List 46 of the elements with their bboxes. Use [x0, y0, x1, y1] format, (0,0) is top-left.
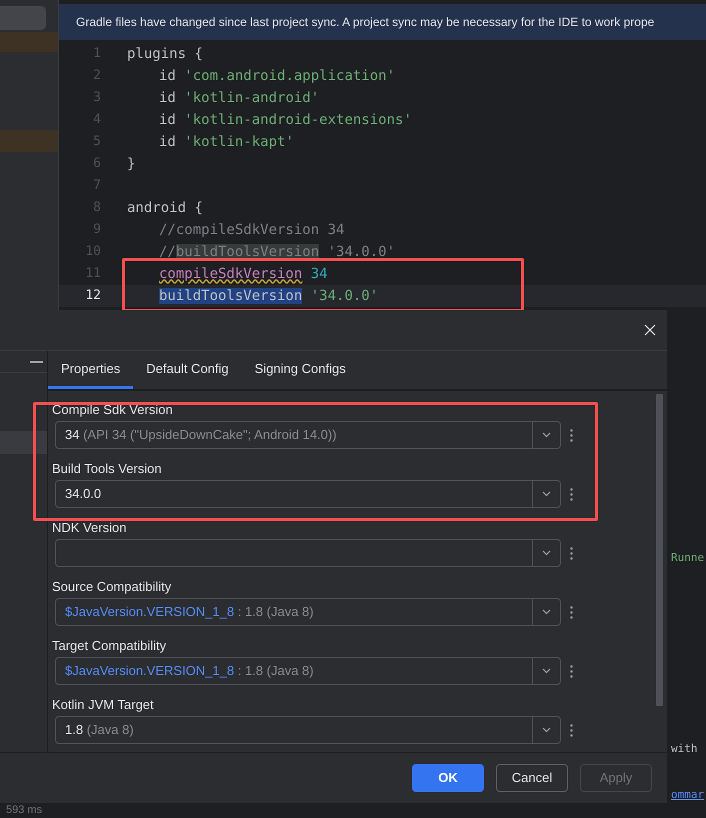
status-text: 593 ms [6, 804, 42, 817]
chevron-down-icon [542, 432, 551, 438]
field-label: Target Compatibility [52, 637, 168, 655]
line-number: 12 [84, 287, 101, 306]
command-link[interactable]: ommar [671, 787, 704, 804]
chevron-down-icon [542, 491, 551, 497]
code-fragment: with [671, 740, 698, 756]
code-line: } [127, 154, 136, 174]
chevron-down-icon [542, 727, 551, 733]
field-label: Build Tools Version [52, 460, 163, 478]
combo-box[interactable]: 34.0.0 [55, 480, 561, 508]
field-label: Compile Sdk Version [52, 401, 174, 419]
more-icon[interactable] [570, 428, 573, 442]
code-line: compileSdkVersion 34 [159, 264, 328, 284]
list-row[interactable] [0, 431, 47, 454]
code-line: //compileSdkVersion 34 [159, 220, 344, 240]
combo-box[interactable]: 34 (API 34 ("UpsideDownCake"; Android 14.0)) [55, 421, 561, 449]
banner-text: Gradle files have changed since last project sync. A project sync may be necessary for the IDE to work prope [76, 14, 654, 31]
code-line: id 'kotlin-android-extensions' [159, 110, 412, 130]
tab[interactable]: Properties [48, 351, 134, 389]
code-fragment: Runne [671, 550, 704, 566]
ok-button[interactable]: OK [412, 764, 484, 792]
field-label: Kotlin JVM Target [52, 696, 155, 714]
more-icon[interactable] [570, 546, 573, 560]
more-icon[interactable] [570, 606, 573, 618]
more-icon[interactable] [570, 664, 573, 678]
code-line: id 'kotlin-kapt' [159, 132, 294, 152]
code-line: id 'com.android.application' [159, 66, 396, 86]
more-icon[interactable] [570, 724, 573, 736]
code-line: id 'kotlin-android' [159, 88, 320, 108]
code-line: android { [127, 198, 203, 218]
combo-box[interactable]: $JavaVersion.VERSION_1_8 : 1.8 (Java 8) [55, 598, 561, 626]
field-label: Source Compatibility [52, 578, 172, 596]
combo-box[interactable]: 1.8 (Java 8) [55, 716, 561, 744]
field-label: NDK Version [52, 519, 128, 537]
chevron-down-icon [542, 550, 551, 556]
code-line: plugins { [127, 44, 203, 64]
scrollbar-thumb[interactable] [656, 394, 663, 706]
more-icon[interactable] [570, 488, 573, 500]
close-icon[interactable] [644, 324, 656, 336]
chevron-down-icon [542, 609, 551, 615]
tab[interactable]: Default Config [133, 351, 242, 389]
dialog-button[interactable]: Cancel [496, 764, 568, 792]
combo-box[interactable]: $JavaVersion.VERSION_1_8 : 1.8 (Java 8) [55, 657, 561, 685]
chevron-down-icon [542, 668, 551, 674]
tab[interactable]: Signing Configs [242, 351, 359, 389]
